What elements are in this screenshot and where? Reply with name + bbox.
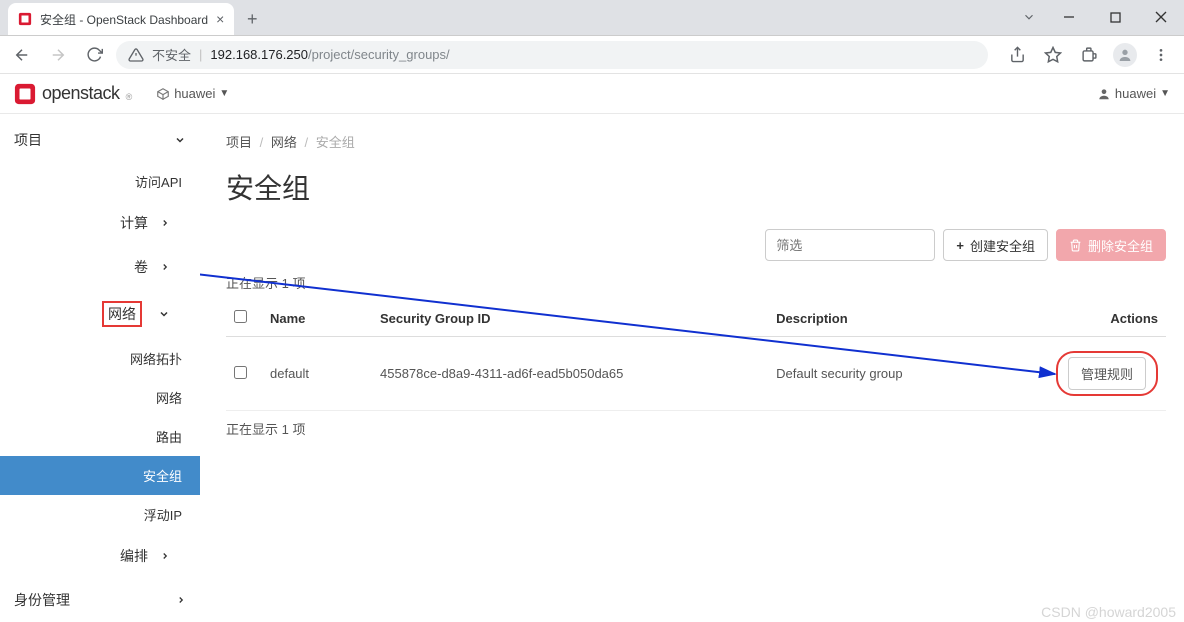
sidebar-item-networks[interactable]: 网络 bbox=[0, 378, 200, 417]
nav-reload-button[interactable] bbox=[80, 41, 108, 69]
project-name: huawei bbox=[174, 86, 215, 101]
insecure-warning-icon bbox=[128, 47, 144, 63]
cube-icon bbox=[156, 87, 170, 101]
button-label: 删除安全组 bbox=[1088, 236, 1153, 255]
table-info-bottom: 正在显示 1 项 bbox=[226, 419, 1166, 438]
sidebar: 项目 访问API 计算 卷 网络 网络拓扑 网络 路由 安全组 浮动IP 编排 … bbox=[0, 114, 200, 622]
sidebar-label: 编排 bbox=[120, 546, 148, 566]
main-content: 项目 / 网络 / 安全组 安全组 + 创建安全组 删除安全组 正在显示 bbox=[200, 114, 1184, 622]
nav-forward-button[interactable] bbox=[44, 41, 72, 69]
sidebar-label: 网络 bbox=[108, 306, 136, 322]
sidebar-group-project[interactable]: 项目 bbox=[0, 118, 200, 162]
extensions-icon[interactable] bbox=[1074, 41, 1104, 69]
breadcrumb-item[interactable]: 项目 bbox=[226, 135, 252, 150]
nav-back-button[interactable] bbox=[8, 41, 36, 69]
table-row: default 455878ce-d8a9-4311-ad6f-ead5b050… bbox=[226, 337, 1166, 411]
url-omnibox[interactable]: 不安全 | 192.168.176.250/project/security_g… bbox=[116, 41, 988, 69]
sidebar-item-routers[interactable]: 路由 bbox=[0, 417, 200, 456]
browser-menu-icon[interactable] bbox=[1146, 41, 1176, 69]
close-tab-icon[interactable]: × bbox=[216, 11, 224, 27]
user-icon bbox=[1097, 87, 1111, 101]
delete-security-group-button[interactable]: 删除安全组 bbox=[1056, 229, 1166, 261]
annotation-highlight: 管理规则 bbox=[1056, 351, 1158, 396]
security-groups-table: Name Security Group ID Description Actio… bbox=[226, 300, 1166, 411]
create-security-group-button[interactable]: + 创建安全组 bbox=[943, 229, 1048, 261]
cell-sgid: 455878ce-d8a9-4311-ad6f-ead5b050da65 bbox=[372, 337, 768, 411]
trash-icon bbox=[1069, 239, 1082, 252]
sidebar-group-compute[interactable]: 计算 bbox=[0, 201, 200, 245]
window-close-button[interactable] bbox=[1138, 0, 1184, 35]
table-header-row: Name Security Group ID Description Actio… bbox=[226, 300, 1166, 337]
plus-icon: + bbox=[956, 238, 964, 253]
filter-box bbox=[765, 229, 935, 261]
sidebar-item-security-groups[interactable]: 安全组 bbox=[0, 456, 200, 495]
share-icon[interactable] bbox=[1002, 41, 1032, 69]
user-avatar-icon[interactable] bbox=[1110, 41, 1140, 69]
watermark: CSDN @howard2005 bbox=[1041, 604, 1176, 620]
user-name: huawei bbox=[1115, 86, 1156, 101]
chevron-right-icon bbox=[160, 262, 170, 272]
window-controls bbox=[1012, 0, 1184, 35]
sidebar-label: 项目 bbox=[14, 130, 42, 150]
button-label: 创建安全组 bbox=[970, 236, 1035, 255]
project-selector[interactable]: huawei ▼ bbox=[148, 82, 237, 105]
row-checkbox[interactable] bbox=[234, 366, 247, 379]
col-desc[interactable]: Description bbox=[768, 300, 986, 337]
chevron-down-icon bbox=[174, 134, 186, 146]
sidebar-group-orchestration[interactable]: 编排 bbox=[0, 534, 200, 578]
select-all-checkbox[interactable] bbox=[234, 310, 247, 323]
chevron-right-icon bbox=[160, 551, 170, 561]
url-path: /project/security_groups/ bbox=[308, 47, 450, 62]
breadcrumb: 项目 / 网络 / 安全组 bbox=[226, 132, 1166, 151]
manage-rules-button[interactable]: 管理规则 bbox=[1068, 357, 1146, 390]
url-host: 192.168.176.250 bbox=[210, 47, 308, 62]
tab-title: 安全组 - OpenStack Dashboard bbox=[40, 11, 208, 28]
chevron-right-icon bbox=[160, 218, 170, 228]
tabs-chevron-icon[interactable] bbox=[1012, 0, 1046, 35]
col-actions: Actions bbox=[986, 300, 1166, 337]
sidebar-group-volumes[interactable]: 卷 bbox=[0, 245, 200, 289]
page-title: 安全组 bbox=[226, 167, 1166, 207]
openstack-logo[interactable]: openstack® bbox=[14, 83, 132, 105]
caret-down-icon: ▼ bbox=[219, 88, 229, 99]
bookmark-star-icon[interactable] bbox=[1038, 41, 1068, 69]
sidebar-label: 卷 bbox=[134, 257, 148, 277]
sidebar-item-floating-ips[interactable]: 浮动IP bbox=[0, 495, 200, 534]
col-sgid[interactable]: Security Group ID bbox=[372, 300, 768, 337]
openstack-header: openstack® huawei ▼ huawei ▼ bbox=[0, 74, 1184, 114]
chevron-down-icon bbox=[158, 308, 170, 320]
window-minimize-button[interactable] bbox=[1046, 0, 1092, 35]
browser-tab-bar: 安全组 - OpenStack Dashboard × + bbox=[0, 0, 1184, 36]
table-info-top: 正在显示 1 项 bbox=[226, 273, 1166, 292]
window-maximize-button[interactable] bbox=[1092, 0, 1138, 35]
sidebar-group-identity[interactable]: 身份管理 bbox=[0, 578, 200, 622]
browser-address-bar: 不安全 | 192.168.176.250/project/security_g… bbox=[0, 36, 1184, 74]
sidebar-group-network[interactable]: 网络 bbox=[0, 289, 200, 339]
breadcrumb-item-current: 安全组 bbox=[316, 135, 355, 150]
insecure-label: 不安全 bbox=[152, 45, 191, 64]
breadcrumb-item[interactable]: 网络 bbox=[271, 135, 297, 150]
user-menu[interactable]: huawei ▼ bbox=[1097, 86, 1170, 101]
openstack-brand-text: openstack bbox=[42, 83, 120, 104]
cell-desc: Default security group bbox=[768, 337, 986, 411]
cell-name[interactable]: default bbox=[262, 337, 372, 411]
openstack-logo-icon bbox=[14, 83, 36, 105]
toolbar: + 创建安全组 删除安全组 bbox=[226, 229, 1166, 261]
sidebar-item-network-topology[interactable]: 网络拓扑 bbox=[0, 339, 200, 378]
sidebar-label: 身份管理 bbox=[14, 590, 70, 610]
new-tab-button[interactable]: + bbox=[238, 5, 266, 33]
filter-input[interactable] bbox=[766, 230, 962, 260]
sidebar-item-api-access[interactable]: 访问API bbox=[0, 162, 200, 201]
caret-down-icon: ▼ bbox=[1160, 88, 1170, 99]
annotation-highlight: 网络 bbox=[102, 301, 142, 327]
browser-tab[interactable]: 安全组 - OpenStack Dashboard × bbox=[8, 3, 234, 35]
sidebar-label: 计算 bbox=[120, 213, 148, 233]
chevron-right-icon bbox=[176, 595, 186, 605]
col-name[interactable]: Name bbox=[262, 300, 372, 337]
openstack-favicon-icon bbox=[18, 12, 32, 26]
